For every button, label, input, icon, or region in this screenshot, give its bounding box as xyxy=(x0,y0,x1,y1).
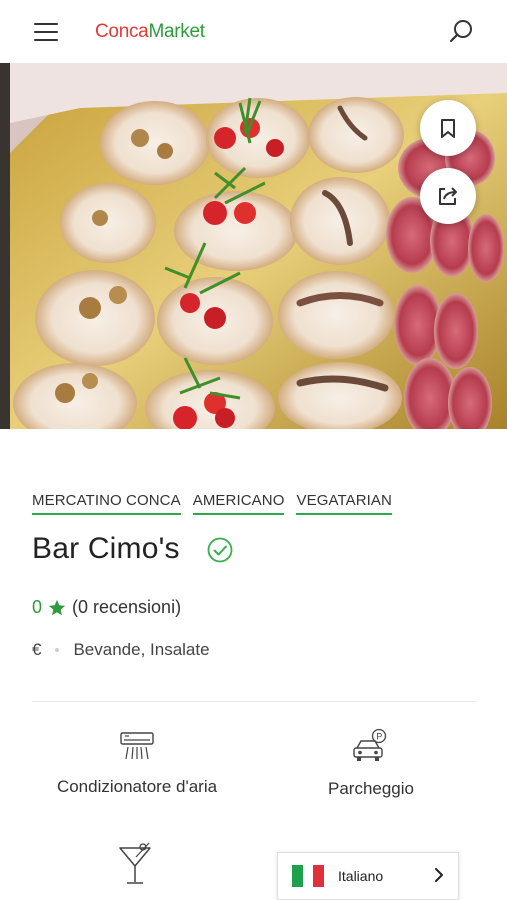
search-button[interactable] xyxy=(448,18,476,46)
venue-title: Bar Cimo's xyxy=(32,532,180,565)
tag-vegatarian[interactable]: VEGATARIAN xyxy=(296,492,392,515)
hamburger-menu-button[interactable] xyxy=(34,22,58,42)
amenity-cocktail xyxy=(116,842,156,893)
divider xyxy=(32,701,476,702)
venue-categories: Bevande, Insalate xyxy=(73,640,210,659)
bookmark-button[interactable] xyxy=(420,100,476,156)
share-icon xyxy=(439,187,457,205)
language-selector[interactable]: Italiano xyxy=(277,852,459,900)
reviews-count[interactable]: (0 recensioni) xyxy=(72,597,181,618)
search-icon xyxy=(449,20,472,43)
share-button[interactable] xyxy=(420,168,476,224)
tag-mercatino-conca[interactable]: MERCATINO CONCA xyxy=(32,492,181,515)
hamburger-icon xyxy=(34,23,58,25)
logo-text-conca: Conca xyxy=(95,21,149,42)
tag-americano[interactable]: AMERICANO xyxy=(192,492,285,515)
price-level: € xyxy=(32,640,42,659)
chevron-right-icon xyxy=(435,868,443,882)
bookmark-icon xyxy=(441,119,455,138)
amenity-air-conditioner: Condizionatore d'aria xyxy=(32,730,242,797)
rating[interactable]: 0 (0 recensioni) xyxy=(32,597,181,618)
italy-flag-icon xyxy=(292,865,325,887)
star-icon xyxy=(48,599,66,615)
hero-image xyxy=(0,63,507,429)
venue-meta: € Bevande, Insalate xyxy=(32,640,210,660)
language-label: Italiano xyxy=(338,868,384,884)
amenity-label-air-conditioner: Condizionatore d'aria xyxy=(56,777,218,796)
air-conditioner-icon xyxy=(120,732,154,760)
app-header: ConcaMarket xyxy=(0,0,507,64)
logo-text-market: Market xyxy=(148,21,205,42)
cocktail-icon xyxy=(119,842,151,884)
amenity-parking: P Parcheggio xyxy=(296,728,446,799)
rating-value: 0 xyxy=(32,597,43,617)
separator-dot xyxy=(55,648,60,652)
category-tags: MERCATINO CONCA AMERICANO VEGATARIAN xyxy=(32,492,392,515)
check-circle-icon xyxy=(207,537,233,563)
svg-text:P: P xyxy=(376,732,382,742)
logo[interactable]: ConcaMarket xyxy=(95,21,205,43)
amenity-label-parking: Parcheggio xyxy=(327,779,414,798)
parking-icon: P xyxy=(353,728,387,761)
